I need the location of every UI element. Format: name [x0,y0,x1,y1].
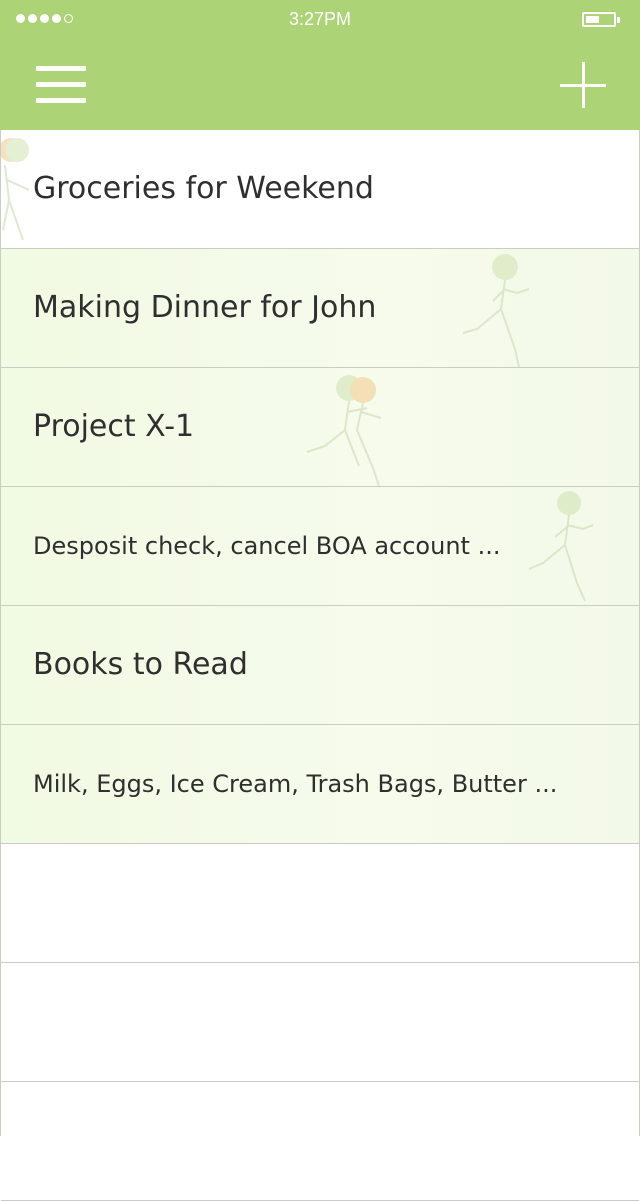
list-item[interactable]: Project X-1 [1,368,639,487]
list-item[interactable]: Groceries for Weekend [1,130,639,249]
hamburger-menu-icon [36,66,86,71]
runner-illustration [462,254,530,367]
runner-illustration [528,491,594,602]
list-item-title: Groceries for Weekend [33,171,374,206]
list-item-title: Desposit check, cancel BOA account ... [33,532,501,560]
status-bar: 3:27PM [0,0,640,40]
runner-illustration [306,375,382,486]
status-time: 3:27PM [288,9,352,29]
list-item-title: Milk, Eggs, Ice Cream, Trash Bags, Butte… [33,770,558,798]
add-list-button[interactable] [560,62,606,108]
empty-list-row[interactable] [1,1082,639,1201]
list-item-title: Project X-1 [33,409,195,444]
battery-icon [582,12,620,27]
list-item[interactable]: Making Dinner for John [1,249,639,368]
empty-list-row[interactable] [1,844,639,963]
list-item[interactable]: Milk, Eggs, Ice Cream, Trash Bags, Butte… [1,725,639,844]
app-header: 3:27PM [0,0,640,130]
list-item-title: Making Dinner for John [33,290,377,325]
list-item-title: Books to Read [33,647,248,682]
list-item[interactable]: Books to Read [1,606,639,725]
menu-button[interactable] [36,66,86,104]
empty-list-row[interactable] [1,963,639,1082]
list-item[interactable]: Desposit check, cancel BOA account ... [1,487,639,606]
todo-list: Groceries for Weekend Making Dinner for … [0,130,640,1201]
